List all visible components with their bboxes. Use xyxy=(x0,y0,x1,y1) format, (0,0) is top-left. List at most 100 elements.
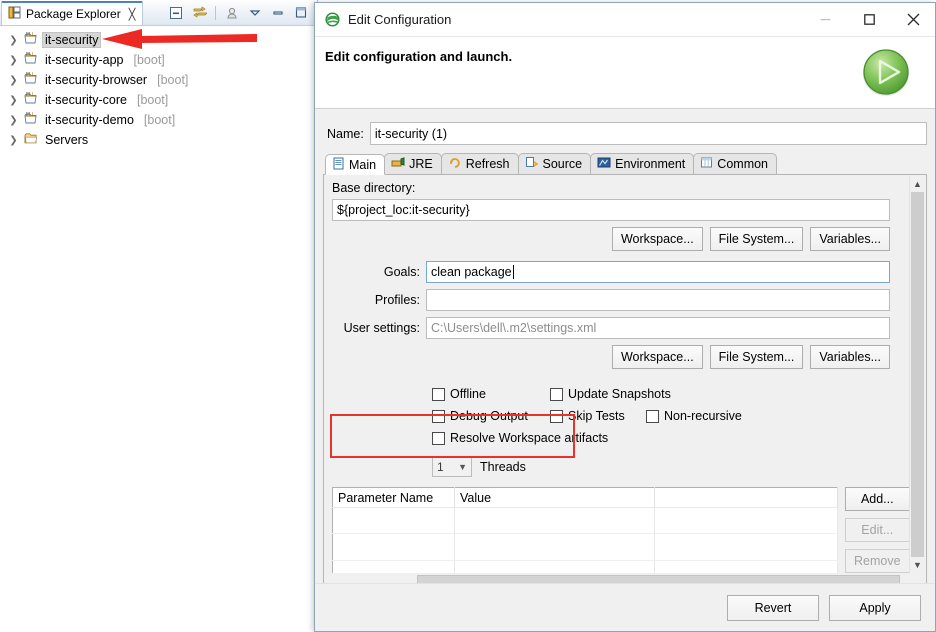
column-header-empty[interactable] xyxy=(654,487,838,508)
apply-button[interactable]: Apply xyxy=(829,594,921,621)
user-settings-buttons: Workspace... File System... Variables... xyxy=(332,345,890,369)
checkbox-label: Debug Output xyxy=(450,409,528,423)
checkbox-label: Update Snapshots xyxy=(568,387,671,401)
view-tab-package-explorer[interactable]: Package Explorer ╳ xyxy=(1,1,144,25)
dialog-header-message: Edit configuration and launch. xyxy=(325,49,513,64)
dialog-titlebar[interactable]: Edit Configuration xyxy=(315,3,935,37)
user-settings-workspace-button[interactable]: Workspace... xyxy=(611,345,703,369)
base-dir-workspace-button[interactable]: Workspace... xyxy=(611,227,703,251)
dialog-body: Name: it-security (1) Main JRE Refresh S… xyxy=(315,110,935,590)
remove-parameter-button: Remove xyxy=(845,549,910,573)
checkbox-box-icon[interactable] xyxy=(646,409,659,423)
table-cell xyxy=(654,533,838,561)
tab-label: Source xyxy=(542,157,583,171)
checkbox-skip-tests[interactable]: Skip Tests xyxy=(550,409,646,423)
threads-row: 1 ▼ Threads xyxy=(432,457,918,477)
tree-item-it-security-demo[interactable]: ❯ M J it-security-demo [boot] xyxy=(0,110,317,130)
checkbox-box-icon[interactable] xyxy=(432,431,445,445)
dialog-header: Edit configuration and launch. xyxy=(315,37,935,109)
base-directory-input[interactable]: ${project_loc:it-security} xyxy=(332,199,890,221)
close-button[interactable] xyxy=(891,3,935,36)
tree-item-servers[interactable]: ❯ Servers xyxy=(0,130,317,150)
goals-input[interactable]: clean package xyxy=(426,261,890,283)
tab-refresh[interactable]: Refresh xyxy=(440,153,519,174)
add-parameter-button[interactable]: Add... xyxy=(845,487,910,511)
user-settings-file-system-button[interactable]: File System... xyxy=(709,345,804,369)
tree-item-it-security-core[interactable]: ❯ M J it-security-core [boot] xyxy=(0,90,317,110)
tree-item-it-security-browser[interactable]: ❯ M J it-security-browser [boot] xyxy=(0,70,317,90)
chevron-down-icon[interactable]: ▼ xyxy=(458,462,471,472)
window-buttons xyxy=(803,3,935,36)
chevron-right-icon[interactable]: ❯ xyxy=(8,75,19,86)
user-settings-label: User settings: xyxy=(343,321,420,335)
checkbox-debug-output[interactable]: Debug Output xyxy=(432,409,550,423)
edit-configuration-dialog: Edit Configuration Edit configuration an… xyxy=(314,2,936,632)
chevron-right-icon[interactable]: ❯ xyxy=(8,35,19,46)
checkbox-box-icon[interactable] xyxy=(550,409,563,423)
table-cell xyxy=(454,533,655,561)
name-label: Name: xyxy=(327,126,364,141)
vertical-scroll-thumb[interactable] xyxy=(911,192,924,557)
tabstrip: Main JRE Refresh Source Environment Comm… xyxy=(323,153,927,175)
profiles-label: Profiles: xyxy=(374,293,420,307)
focus-on-active-task-icon[interactable] xyxy=(222,4,242,22)
checkbox-resolve-workspace-artifacts[interactable]: Resolve Workspace artifacts xyxy=(432,431,608,445)
base-dir-file-system-button[interactable]: File System... xyxy=(709,227,804,251)
profiles-row: Profiles: xyxy=(332,289,890,311)
tab-environment[interactable]: Environment xyxy=(590,153,695,174)
vertical-scrollbar[interactable]: ▲ ▼ xyxy=(909,176,925,573)
tree-item-suffix: [boot] xyxy=(143,113,176,127)
user-settings-input[interactable]: C:\Users\dell\.m2\settings.xml xyxy=(426,317,890,339)
svg-text:J: J xyxy=(31,32,33,38)
scroll-down-icon[interactable]: ▼ xyxy=(913,557,922,573)
checkbox-box-icon[interactable] xyxy=(432,387,445,401)
view-menu-icon[interactable] xyxy=(245,4,265,22)
table-row[interactable] xyxy=(332,507,838,535)
svg-text:J: J xyxy=(31,112,33,118)
checkbox-box-icon[interactable] xyxy=(550,387,563,401)
checkbox-box-icon[interactable] xyxy=(432,409,445,423)
chevron-right-icon[interactable]: ❯ xyxy=(8,55,19,66)
scroll-up-icon[interactable]: ▲ xyxy=(913,176,922,192)
svg-text:M: M xyxy=(26,52,30,58)
table-cell xyxy=(654,507,838,535)
tree-item-it-security-app[interactable]: ❯ M J it-security-app [boot] xyxy=(0,50,317,70)
tab-common[interactable]: Common xyxy=(693,153,778,174)
maximize-icon[interactable] xyxy=(291,4,311,22)
tree-item-it-security[interactable]: ❯ M J it-security xyxy=(0,30,317,50)
checkbox-update-snapshots[interactable]: Update Snapshots xyxy=(550,387,671,401)
chevron-right-icon[interactable]: ❯ xyxy=(8,115,19,126)
parameters-table[interactable]: Parameter Name Value xyxy=(332,487,838,588)
close-x-icon[interactable]: ╳ xyxy=(129,8,136,21)
chevron-right-icon[interactable]: ❯ xyxy=(8,95,19,106)
minimize-button[interactable] xyxy=(803,3,847,36)
column-header-parameter-name[interactable]: Parameter Name xyxy=(332,487,455,508)
tab-jre[interactable]: JRE xyxy=(384,153,442,174)
name-input[interactable]: it-security (1) xyxy=(369,122,927,145)
tab-main[interactable]: Main xyxy=(325,154,386,175)
parameter-buttons: Add... Edit... Remove xyxy=(845,487,910,587)
user-settings-variables-button[interactable]: Variables... xyxy=(810,345,890,369)
revert-button[interactable]: Revert xyxy=(727,594,819,621)
parameters-section: Parameter Name Value Add... Edit... Remo… xyxy=(332,487,918,588)
base-dir-variables-button[interactable]: Variables... xyxy=(810,227,890,251)
threads-spinner[interactable]: 1 ▼ xyxy=(432,457,472,477)
tab-source[interactable]: Source xyxy=(517,153,592,174)
view-toolbar xyxy=(166,0,317,25)
maximize-button[interactable] xyxy=(847,3,891,36)
chevron-right-icon[interactable]: ❯ xyxy=(8,135,19,146)
profiles-input[interactable] xyxy=(426,289,890,311)
svg-text:M: M xyxy=(26,112,30,118)
checkbox-non-recursive[interactable]: Non-recursive xyxy=(646,409,742,423)
source-tab-icon xyxy=(525,156,539,172)
minimize-icon[interactable] xyxy=(268,4,288,22)
checkbox-offline[interactable]: Offline xyxy=(432,387,550,401)
link-with-editor-icon[interactable] xyxy=(189,4,209,22)
text-caret xyxy=(512,265,514,279)
table-row[interactable] xyxy=(332,533,838,561)
column-header-value[interactable]: Value xyxy=(454,487,655,508)
view-tab-label: Package Explorer xyxy=(26,7,121,21)
svg-text:J: J xyxy=(31,72,33,78)
configuration-tabfolder: Main JRE Refresh Source Environment Comm… xyxy=(323,153,927,590)
collapse-all-icon[interactable] xyxy=(166,4,186,22)
